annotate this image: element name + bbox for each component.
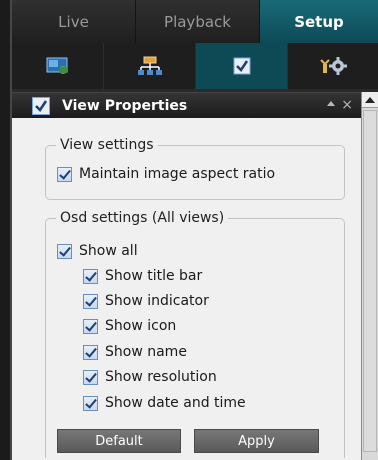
maintain-aspect-ratio-row[interactable]: Maintain image aspect ratio bbox=[57, 165, 275, 183]
network-button[interactable] bbox=[104, 43, 196, 89]
view-properties-icon bbox=[233, 57, 250, 75]
show-indicator-row[interactable]: Show indicator bbox=[83, 292, 209, 310]
show-date-and-time-checkbox[interactable] bbox=[83, 395, 98, 411]
show-indicator-label: Show indicator bbox=[105, 293, 209, 309]
show-all-label: Show all bbox=[79, 243, 138, 259]
show-all-row[interactable]: Show all bbox=[57, 242, 138, 260]
show-date-and-time-row[interactable]: Show date and time bbox=[83, 394, 246, 412]
camera-settings-icon bbox=[46, 57, 67, 74]
osd-settings-title: Osd settings (All views) bbox=[56, 209, 229, 227]
view-properties-content: View settings Maintain image aspect rati… bbox=[12, 118, 361, 460]
show-resolution-label: Show resolution bbox=[105, 369, 217, 385]
panel-header: View Properties × bbox=[12, 92, 361, 118]
show-indicator-checkbox[interactable] bbox=[83, 293, 98, 309]
show-name-label: Show name bbox=[105, 344, 187, 360]
show-title-bar-checkbox[interactable] bbox=[83, 268, 98, 284]
show-resolution-checkbox[interactable] bbox=[83, 369, 98, 385]
left-edge bbox=[0, 0, 12, 460]
show-icon-row[interactable]: Show icon bbox=[83, 317, 176, 335]
view-settings-title: View settings bbox=[56, 136, 158, 154]
show-all-checkbox[interactable] bbox=[57, 243, 72, 259]
network-icon bbox=[137, 56, 162, 75]
tab-live[interactable]: Live bbox=[12, 0, 136, 43]
show-name-row[interactable]: Show name bbox=[83, 343, 187, 361]
tab-setup[interactable]: Setup bbox=[260, 0, 378, 43]
show-resolution-row[interactable]: Show resolution bbox=[83, 368, 217, 386]
arrow-up-icon bbox=[365, 97, 375, 103]
panel-title: View Properties bbox=[62, 97, 188, 114]
show-icon-checkbox[interactable] bbox=[83, 318, 98, 334]
apply-button[interactable]: Apply bbox=[194, 429, 319, 453]
show-title-bar-label: Show title bar bbox=[105, 268, 203, 284]
system-settings-button[interactable] bbox=[288, 43, 378, 89]
show-date-and-time-label: Show date and time bbox=[105, 395, 246, 411]
show-title-bar-row[interactable]: Show title bar bbox=[83, 267, 202, 285]
scroll-up-button[interactable] bbox=[362, 92, 378, 108]
system-settings-icon bbox=[320, 57, 347, 75]
view-properties-button[interactable] bbox=[196, 43, 288, 89]
setup-toolbar bbox=[12, 43, 378, 89]
tab-playback[interactable]: Playback bbox=[136, 0, 260, 43]
close-icon[interactable]: × bbox=[341, 96, 353, 114]
scroll-thumb[interactable] bbox=[363, 110, 377, 452]
collapse-up-icon[interactable] bbox=[327, 101, 335, 106]
default-button[interactable]: Default bbox=[57, 429, 181, 453]
vertical-scrollbar[interactable] bbox=[361, 92, 378, 460]
maintain-aspect-ratio-checkbox[interactable] bbox=[57, 166, 72, 182]
show-icon-label: Show icon bbox=[105, 318, 177, 334]
view-properties-icon bbox=[32, 96, 50, 115]
maintain-aspect-ratio-label: Maintain image aspect ratio bbox=[79, 166, 276, 182]
main-tabs: Live Playback Setup bbox=[12, 0, 378, 43]
show-name-checkbox[interactable] bbox=[83, 344, 98, 360]
camera-settings-button[interactable] bbox=[12, 43, 104, 89]
